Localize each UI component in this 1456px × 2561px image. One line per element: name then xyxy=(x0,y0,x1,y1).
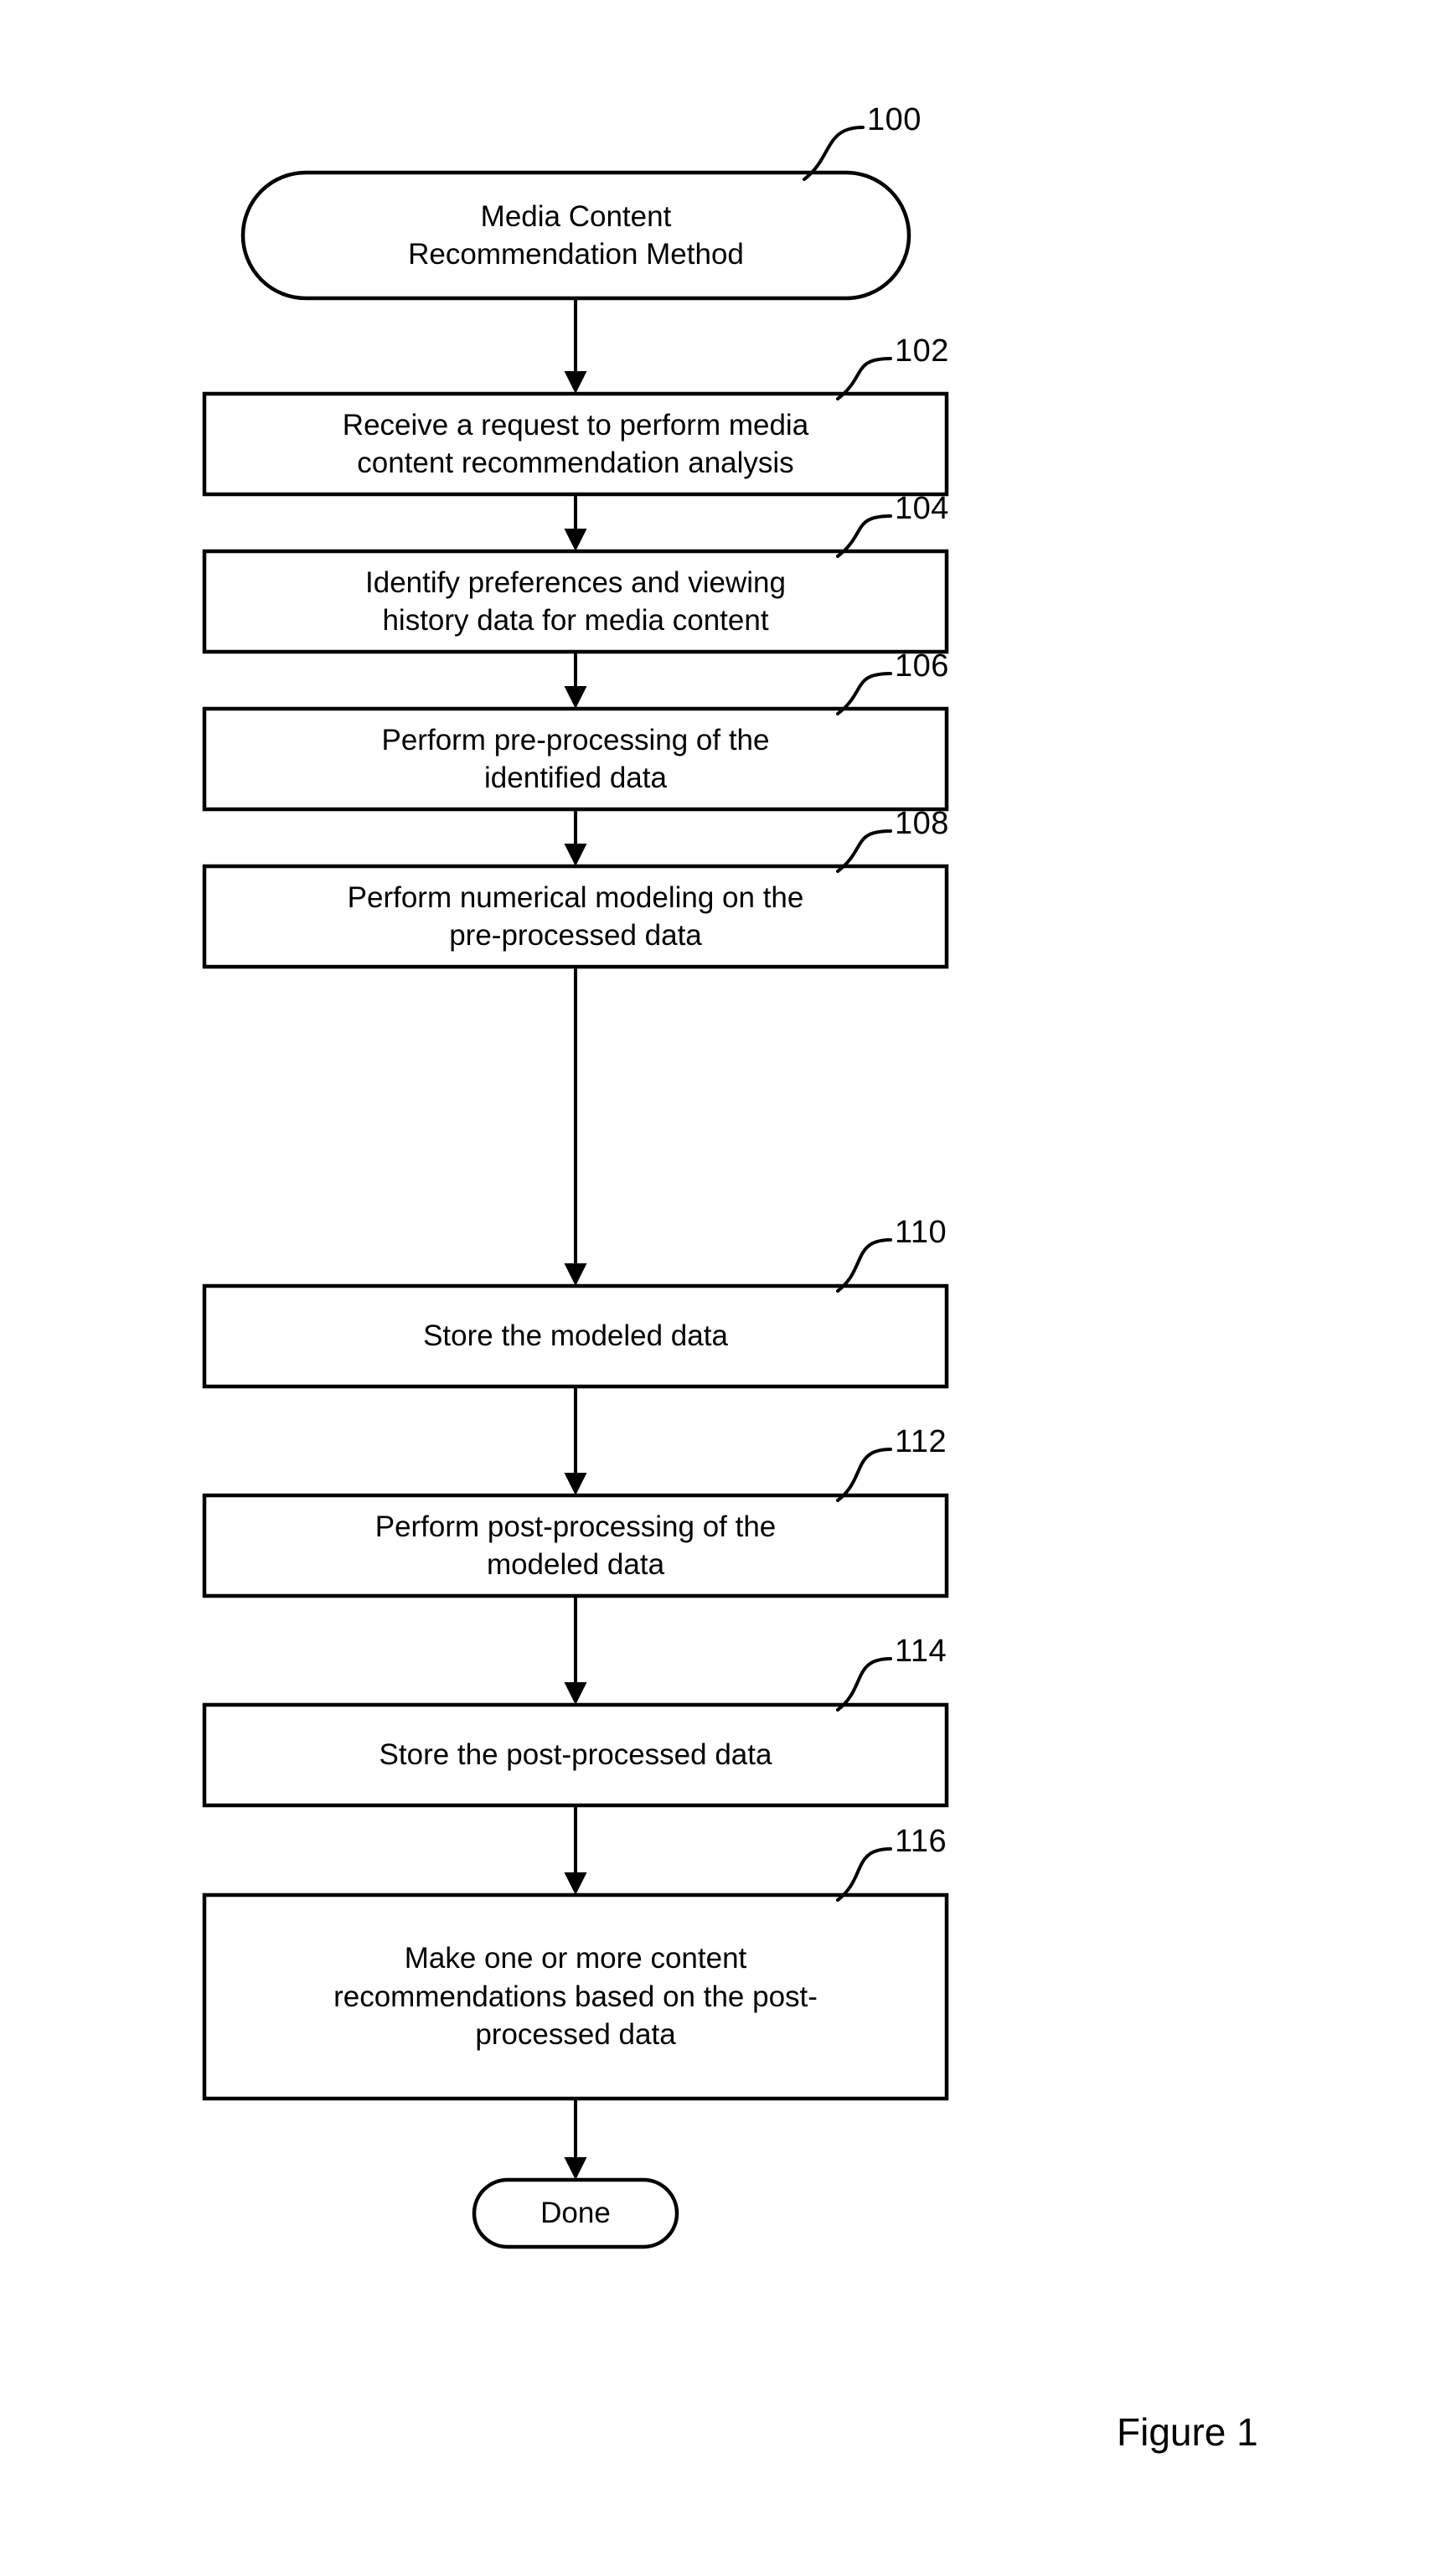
connector-arrowhead xyxy=(564,1263,587,1286)
connector-arrowhead xyxy=(564,1872,587,1895)
figure-caption: Figure 1 xyxy=(1117,2410,1258,2454)
node-step-112-label: Perform post-processing of the modeled d… xyxy=(374,1510,777,1582)
connector-arrowhead xyxy=(564,1473,587,1495)
node-step-104-label: Identify preferences and viewing history… xyxy=(365,565,786,638)
node-done-label: Done xyxy=(540,2197,611,2230)
reference-numeral-108: 108 xyxy=(895,806,949,841)
leader-line-110 xyxy=(836,1238,892,1293)
figure-canvas: Media Content Recommendation Method Recei… xyxy=(0,0,1456,2561)
reference-numeral-112: 112 xyxy=(895,1424,947,1459)
leader-line-116 xyxy=(836,1847,892,1902)
node-step-106-label: Perform pre-processing of the identified… xyxy=(381,723,770,795)
node-start-label: Media Content Recommendation Method xyxy=(408,199,744,271)
leader-line-112 xyxy=(836,1448,892,1502)
reference-numeral-104: 104 xyxy=(895,491,949,526)
connector-arrowhead xyxy=(564,844,587,866)
leader-line-114 xyxy=(836,1657,892,1712)
node-step-102-label: Receive a request to perform media conte… xyxy=(342,408,809,480)
flowchart-diagram xyxy=(202,126,949,2249)
reference-numeral-102: 102 xyxy=(895,333,949,369)
node-step-108-label: Perform numerical modeling on the pre-pr… xyxy=(347,880,804,953)
reference-numeral-114: 114 xyxy=(895,1634,947,1669)
connector-arrowhead xyxy=(564,529,587,551)
reference-numeral-100: 100 xyxy=(867,102,922,137)
node-step-110-label: Store the modeled data xyxy=(423,1319,728,1353)
connector-arrowhead xyxy=(564,1682,587,1705)
connector-arrowhead xyxy=(564,686,587,709)
reference-numeral-106: 106 xyxy=(895,648,949,684)
connector-arrowhead xyxy=(564,2157,587,2180)
node-step-114-label: Store the post-processed data xyxy=(379,1738,772,1772)
node-step-116-label: Make one or more content recommendations… xyxy=(333,1942,818,2052)
reference-numeral-110: 110 xyxy=(895,1215,947,1250)
reference-numeral-116: 116 xyxy=(895,1824,947,1859)
connector-arrowhead xyxy=(564,371,587,394)
